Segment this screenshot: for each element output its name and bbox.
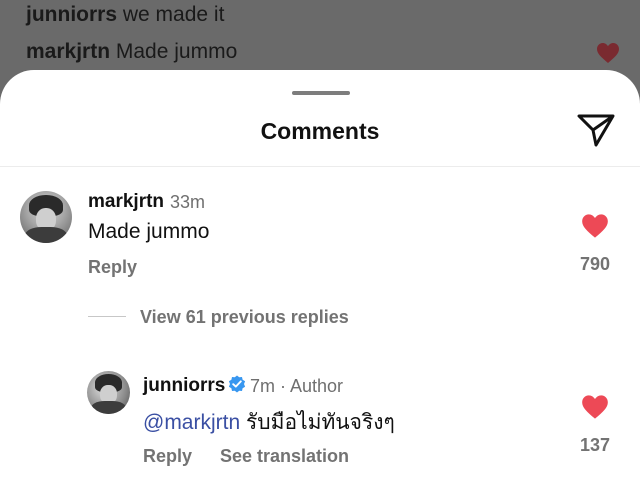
feed-username: junniorrs <box>26 3 118 26</box>
thread-line <box>88 316 126 317</box>
reply-text: @markjrtn รับมือไม่ทันจริงๆ <box>143 406 395 439</box>
feed-username: markjrtn <box>26 40 111 63</box>
comments-sheet: Comments markjrtn 33m Made jummo Reply 7… <box>0 70 640 489</box>
avatar[interactable] <box>20 191 72 243</box>
header-divider <box>0 166 640 167</box>
reply-username[interactable]: junniorrs <box>143 375 225 397</box>
heart-icon <box>597 43 619 63</box>
view-replies-button[interactable]: View 61 previous replies <box>140 307 349 328</box>
send-icon[interactable] <box>576 112 616 148</box>
see-translation-button[interactable]: See translation <box>220 446 349 467</box>
heart-icon[interactable] <box>581 394 609 420</box>
feed-comment-text: we made it <box>122 3 225 26</box>
sheet-title: Comments <box>260 118 380 144</box>
reply-button[interactable]: Reply <box>143 446 192 467</box>
reply-button[interactable]: Reply <box>88 257 137 278</box>
mention-link[interactable]: @markjrtn <box>143 411 240 434</box>
like-count[interactable]: 790 <box>570 254 620 275</box>
heart-icon[interactable] <box>581 213 609 239</box>
comment-time: 33m <box>170 192 206 212</box>
avatar[interactable] <box>87 371 130 414</box>
feed-comment: junniorrs we made it <box>26 3 224 27</box>
comment-text: Made jummo <box>88 220 210 243</box>
drag-handle[interactable] <box>292 91 350 95</box>
reply-time-author: 7m · Author <box>250 376 344 396</box>
reply-body: รับมือไม่ทันจริงๆ <box>246 411 395 434</box>
feed-comment: markjrtn Made jummo <box>26 40 237 64</box>
like-count[interactable]: 137 <box>570 435 620 456</box>
verified-badge-icon <box>228 375 246 393</box>
comment-username[interactable]: markjrtn <box>88 191 164 213</box>
feed-comment-text: Made jummo <box>115 40 238 63</box>
